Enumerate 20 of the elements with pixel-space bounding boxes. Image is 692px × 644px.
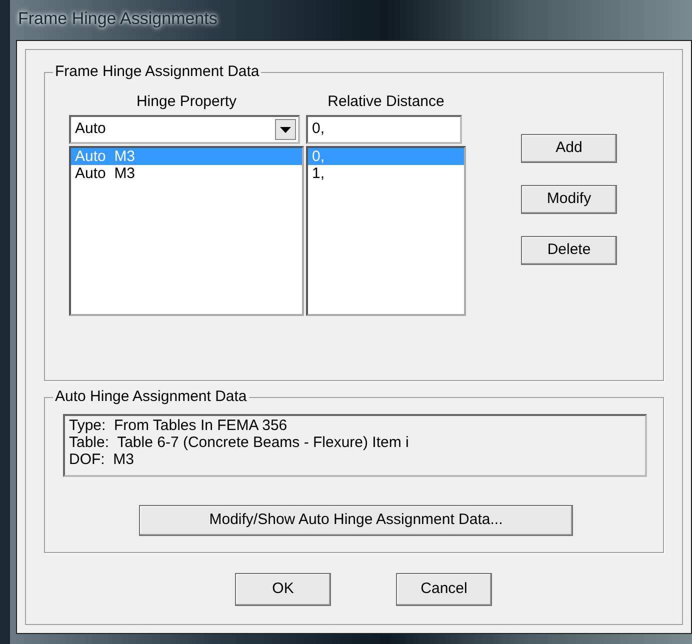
window-title: Frame Hinge Assignments (17, 8, 218, 30)
action-button[interactable]: Delete (521, 236, 617, 265)
column-header: Relative Distance (326, 93, 446, 111)
ok-button[interactable]: OK (235, 573, 331, 606)
group-title: Frame Hinge Assignment Data (53, 63, 262, 81)
action-button[interactable]: Add (521, 134, 617, 163)
action-button[interactable]: Modify (521, 185, 617, 214)
info-line: Type: From Tables In FEMA 356 (69, 417, 288, 434)
info-line: DOF: M3 (69, 451, 136, 468)
info-line: Table: Table 6-7 (Concrete Beams - Flexure) Item i (69, 434, 410, 451)
group-title: Auto Hinge Assignment Data (53, 388, 249, 406)
distance-list[interactable]: 0, 1, (306, 146, 466, 316)
distance-field[interactable]: 0, (306, 115, 462, 144)
hinge-item[interactable]: Auto M3 (71, 165, 302, 182)
modify-show-button[interactable]: Modify/Show Auto Hinge Assignment Data... (139, 505, 573, 536)
column-header: Hinge Property (135, 93, 238, 111)
hinge-property-dropdown[interactable]: Auto (69, 115, 300, 144)
distance-item[interactable]: 1, (308, 165, 464, 182)
hinge-property-list[interactable]: Auto M3 Auto M3 (69, 146, 304, 316)
cancel-button[interactable]: Cancel (396, 573, 492, 606)
